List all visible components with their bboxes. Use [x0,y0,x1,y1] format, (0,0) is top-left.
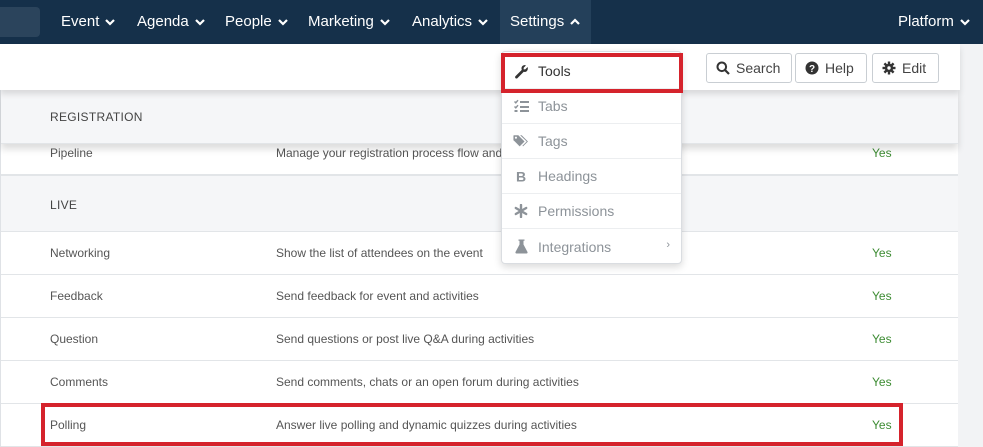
help-button-label: Help [825,60,854,76]
feature-name: Networking [50,246,111,260]
chevron-down-icon [380,19,390,26]
nav-settings[interactable]: Settings [500,0,592,44]
table-row[interactable]: Comments Send comments, chats or an open… [1,361,958,404]
feature-status: Yes [872,289,892,303]
feature-description: Send questions or post live Q&A during a… [276,332,535,346]
menu-item-label: Headings [538,168,598,184]
chevron-up-icon [570,18,580,25]
feature-description: Manage your registration process flow an… [276,146,503,160]
nav-marketing[interactable]: Marketing [308,0,391,44]
search-icon [716,61,730,75]
flask-icon [513,239,529,255]
feature-name: Question [50,332,99,346]
section-header-registration: REGISTRATION [1,90,958,144]
chevron-down-icon [277,19,288,26]
feature-name: Pipeline [50,146,93,160]
list-check-icon [513,98,529,114]
menu-item-label: Integrations [538,238,612,255]
question-circle-icon: ? [805,61,819,75]
nav-analytics[interactable]: Analytics [412,0,489,44]
section-title: REGISTRATION [50,110,143,124]
polling-row-highlight [41,403,903,446]
nav-people-label: People [225,13,272,30]
chevron-right-icon: › [666,239,670,251]
tools-item-highlight [501,53,683,93]
feature-status: Yes [872,332,892,346]
chevron-down-icon [194,19,205,26]
feature-description: Show the list of attendees on the event [276,246,483,260]
menu-item-tags[interactable]: Tags [502,124,681,159]
menu-item-tabs[interactable]: Tabs [502,89,681,124]
edit-button-label: Edit [902,60,927,76]
feature-status: Yes [872,246,892,260]
section-header-live: LIVE [1,175,958,232]
chevron-down-icon [105,19,116,26]
table-row[interactable]: Networking Show the list of attendees on… [1,232,958,275]
edit-button[interactable]: Edit [872,53,939,83]
gear-icon [882,61,896,75]
menu-item-integrations[interactable]: Integrations › [502,229,681,264]
feature-name: Comments [50,375,109,389]
menu-item-label: Tags [538,133,568,149]
nav-platform[interactable]: Platform [898,0,971,44]
feature-status: Yes [872,146,892,160]
nav-agenda-label: Agenda [137,13,189,30]
feature-description: Send comments, chats or an open forum du… [276,375,579,389]
section-title: LIVE [50,198,78,212]
nav-settings-label: Settings [510,13,565,30]
nav-event[interactable]: Event [61,0,116,44]
menu-item-headings[interactable]: B Headings [502,159,681,194]
menu-item-label: Tabs [538,98,568,114]
app-logo[interactable] [0,7,40,37]
nav-agenda[interactable]: Agenda [137,0,206,44]
chevron-down-icon [478,19,488,26]
table-row[interactable]: Feedback Send feedback for event and act… [1,275,958,318]
nav-people[interactable]: People [225,0,289,44]
tags-icon [513,133,529,149]
svg-text:?: ? [809,64,815,75]
menu-item-permissions[interactable]: Permissions [502,194,681,229]
nav-event-label: Event [61,13,100,30]
table-row[interactable]: Pipeline Manage your registration proces… [1,144,958,175]
nav-analytics-label: Analytics [412,13,473,30]
feature-status: Yes [872,375,892,389]
help-button[interactable]: ? Help [795,53,867,83]
feature-name: Feedback [50,289,103,303]
search-button-label: Search [736,60,781,76]
chevron-down-icon [960,19,970,26]
nav-marketing-label: Marketing [308,13,374,30]
menu-item-label: Permissions [538,203,615,219]
search-button[interactable]: Search [706,53,792,83]
nav-platform-label: Platform [898,13,954,30]
toolbar: Search ? Help Edit [0,44,960,90]
svg-text:B: B [516,169,526,183]
asterisk-icon [513,203,529,219]
feature-description: Send feedback for event and activities [276,289,479,303]
top-navigation-bar: Event Agenda People Marketing Analytics … [0,0,983,44]
bold-icon: B [513,168,529,184]
table-row[interactable]: Question Send questions or post live Q&A… [1,318,958,361]
